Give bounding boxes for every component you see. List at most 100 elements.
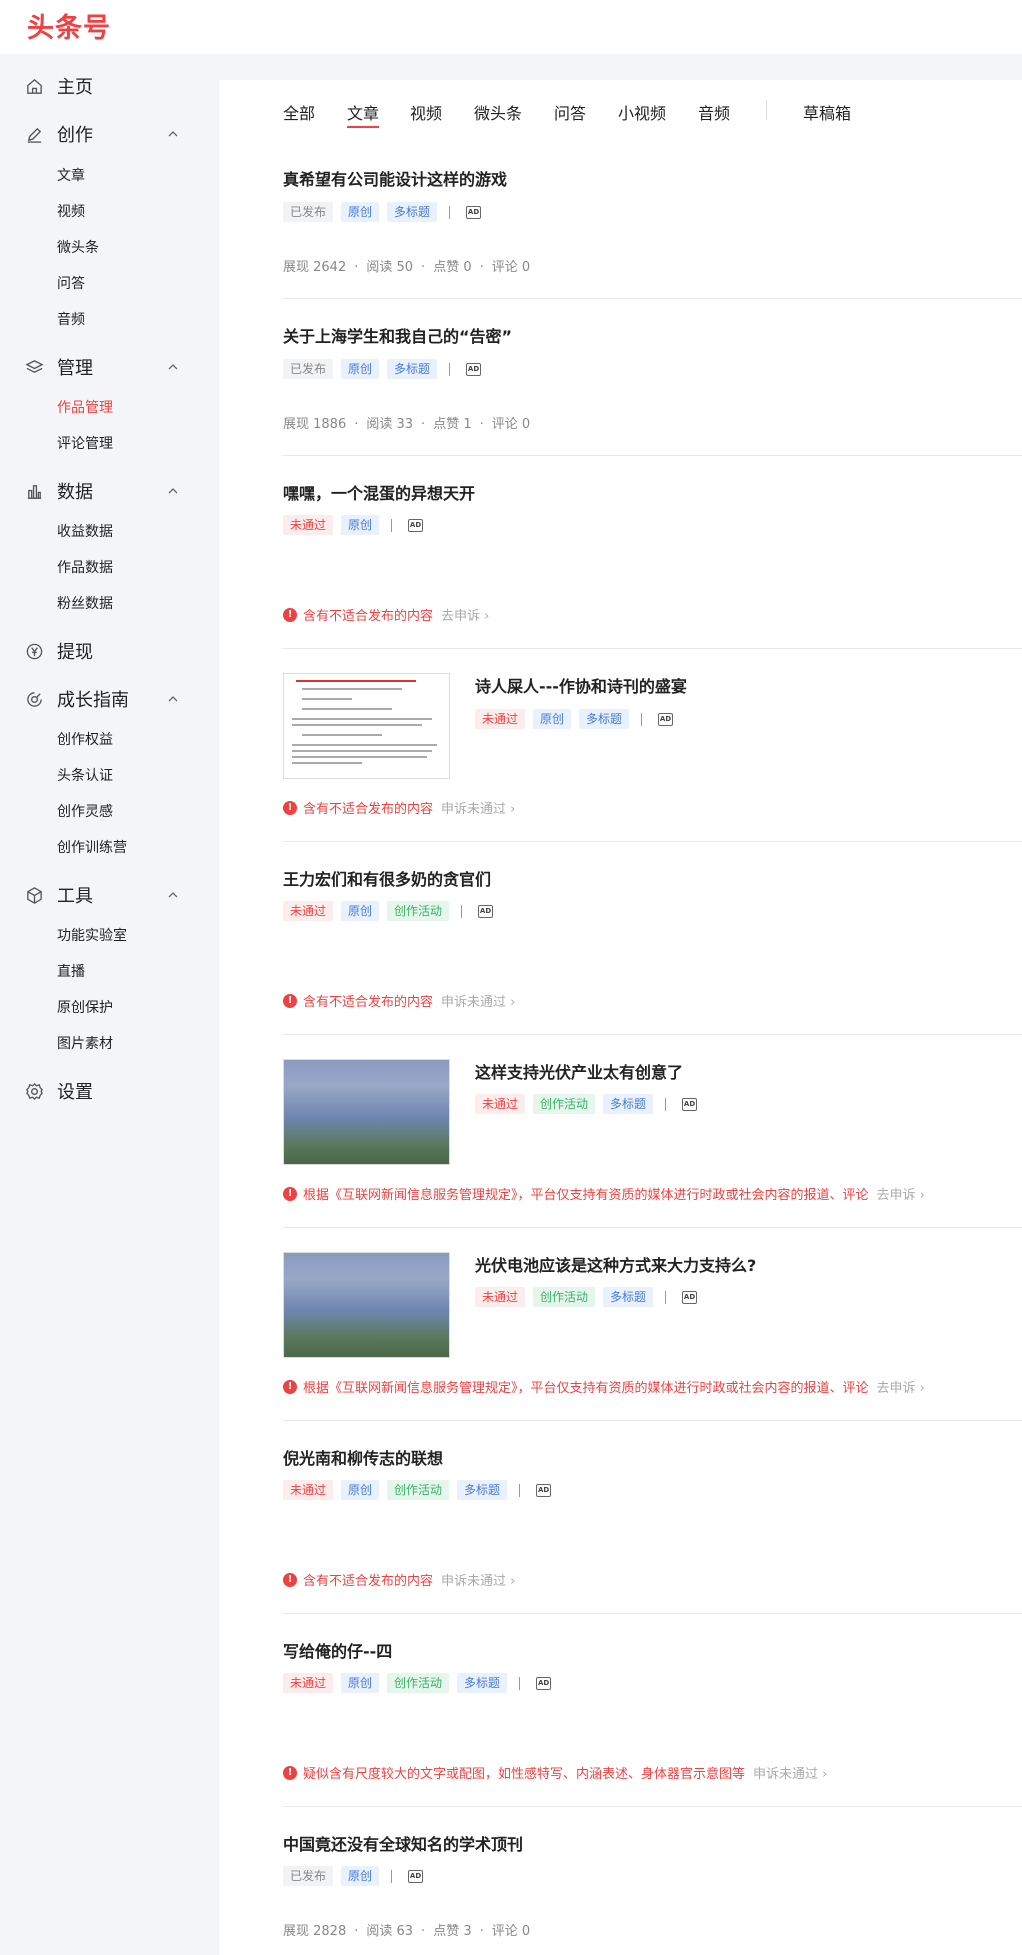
chevron-up-icon (168, 892, 178, 898)
divider (283, 1227, 1022, 1228)
tab-weitoutiao[interactable]: 微头条 (474, 100, 522, 124)
sidebar-item-withdraw[interactable]: 提现 (0, 633, 219, 669)
alert-icon: ! (283, 800, 297, 815)
tab-drafts[interactable]: 草稿箱 (803, 100, 851, 124)
tab-short-video[interactable]: 小视频 (618, 100, 666, 124)
status-badge: 未通过 (475, 709, 526, 729)
sidebar-label-tools: 工具 (57, 886, 93, 907)
original-tag: 原创 (533, 709, 572, 729)
sidebar-label-growth: 成长指南 (57, 690, 129, 711)
sidebar-item-original-protect[interactable]: 原创保护 (57, 997, 113, 1017)
appeal-link[interactable]: 去申诉 › (877, 1377, 925, 1396)
activity-tag: 创作活动 (533, 1094, 596, 1114)
sidebar-item-comment-manage[interactable]: 评论管理 (57, 433, 113, 453)
chevron-up-icon (168, 364, 178, 370)
article-title[interactable]: 王力宏们和有很多奶的贪官们 (283, 866, 491, 890)
article-stats: 展现 2828 · 阅读 63 · 点赞 3 · 评论 0 (283, 1924, 531, 1939)
sidebar-item-settings[interactable]: 设置 (0, 1073, 219, 1109)
article-title[interactable]: 嘿嘿，一个混蛋的异想天开 (283, 480, 475, 504)
sidebar-item-home[interactable]: 主页 (0, 68, 219, 104)
sidebar-item-audio[interactable]: 音频 (57, 309, 85, 329)
sidebar-item-fans-data[interactable]: 粉丝数据 (57, 593, 113, 613)
alert-icon: ! (283, 1572, 297, 1587)
sidebar-item-image-assets[interactable]: 图片素材 (57, 1033, 113, 1053)
article-thumbnail[interactable] (283, 1059, 450, 1165)
ad-icon: AD (408, 1869, 424, 1883)
sidebar-group-create[interactable]: 创作 (0, 116, 219, 152)
toutiao-logo[interactable]: 头条号 (27, 6, 111, 45)
article-thumbnail[interactable] (283, 673, 450, 779)
sidebar-item-works-manage[interactable]: 作品管理 (57, 397, 113, 417)
status-badge: 未通过 (475, 1094, 526, 1114)
chevron-up-icon (168, 488, 178, 494)
rejection-notice: ! 含有不适合发布的内容 申诉未通过 › (283, 1570, 515, 1589)
appeal-status-link[interactable]: 申诉未通过 › (441, 1570, 515, 1589)
pen-icon (25, 125, 44, 144)
chevron-up-icon (168, 131, 178, 137)
stat-reads: 阅读 63 (366, 1924, 414, 1939)
appeal-link[interactable]: 去申诉 › (441, 605, 489, 624)
article-thumbnail[interactable] (283, 1252, 450, 1358)
stat-views: 展现 2828 (283, 1924, 347, 1939)
sidebar-item-certification[interactable]: 头条认证 (57, 765, 113, 785)
sidebar-group-tools[interactable]: 工具 (0, 877, 219, 913)
article-title[interactable]: 真希望有公司能设计这样的游戏 (283, 166, 507, 190)
stat-likes: 点赞 0 (433, 260, 472, 275)
cube-icon (25, 886, 44, 905)
article-title[interactable]: 诗人屎人---作协和诗刊的盛宴 (475, 673, 687, 697)
sidebar-item-weitoutiao[interactable]: 微头条 (57, 237, 99, 257)
status-badge: 未通过 (283, 1673, 334, 1693)
stat-comments: 评论 0 (491, 260, 531, 275)
divider (283, 841, 1022, 842)
sidebar-group-growth[interactable]: 成长指南 (0, 681, 219, 717)
tag-divider (641, 712, 643, 726)
tag-divider (449, 362, 451, 376)
activity-tag: 创作活动 (387, 1673, 450, 1693)
article-title[interactable]: 写给俺的仔--四 (283, 1638, 392, 1662)
sidebar-item-inspiration[interactable]: 创作灵感 (57, 801, 113, 821)
original-tag: 原创 (341, 359, 380, 379)
appeal-status-link[interactable]: 申诉未通过 › (441, 991, 515, 1010)
sidebar-label-data: 数据 (57, 482, 93, 503)
sidebar-group-data[interactable]: 数据 (0, 473, 219, 509)
appeal-status-link[interactable]: 申诉未通过 › (441, 798, 515, 817)
ad-icon: AD (408, 518, 424, 532)
gear-icon (25, 1082, 44, 1101)
tab-article[interactable]: 文章 (347, 100, 379, 124)
sidebar-label-withdraw: 提现 (57, 642, 93, 663)
ad-icon: AD (682, 1290, 698, 1304)
sidebar-item-article[interactable]: 文章 (57, 165, 85, 185)
ad-icon: AD (682, 1097, 698, 1111)
article-title[interactable]: 倪光南和柳传志的联想 (283, 1445, 443, 1469)
article-title[interactable]: 这样支持光伏产业太有创意了 (475, 1059, 683, 1083)
sidebar-group-manage[interactable]: 管理 (0, 349, 219, 385)
article-title[interactable]: 中国竟还没有全球知名的学术顶刊 (283, 1831, 523, 1855)
divider (283, 1613, 1022, 1614)
rejection-reason: 含有不适合发布的内容 (303, 995, 434, 1010)
article-title[interactable]: 关于上海学生和我自己的“告密” (283, 323, 512, 347)
tab-qa[interactable]: 问答 (554, 100, 586, 124)
sidebar-item-training[interactable]: 创作训练营 (57, 837, 127, 857)
sidebar-label-manage: 管理 (57, 358, 93, 379)
chevron-up-icon (168, 696, 178, 702)
tab-audio[interactable]: 音频 (698, 100, 730, 124)
sidebar-item-video[interactable]: 视频 (57, 201, 85, 221)
appeal-status-link[interactable]: 申诉未通过 › (753, 1763, 827, 1782)
divider (283, 1034, 1022, 1035)
tab-video[interactable]: 视频 (410, 100, 442, 124)
rejection-reason: 含有不适合发布的内容 (303, 609, 434, 624)
tag-divider (449, 205, 451, 219)
appeal-link[interactable]: 去申诉 › (877, 1184, 925, 1203)
rejection-notice: ! 含有不适合发布的内容 申诉未通过 › (283, 798, 515, 817)
article-title[interactable]: 光伏电池应该是这种方式来大力支持么? (475, 1252, 756, 1276)
sidebar-item-lab[interactable]: 功能实验室 (57, 925, 127, 945)
sidebar-item-live[interactable]: 直播 (57, 961, 85, 981)
sidebar-item-works-data[interactable]: 作品数据 (57, 557, 113, 577)
sidebar-item-revenue-data[interactable]: 收益数据 (57, 521, 113, 541)
stat-comments: 评论 0 (491, 417, 531, 432)
tab-all[interactable]: 全部 (283, 100, 315, 124)
sidebar-item-creator-rights[interactable]: 创作权益 (57, 729, 113, 749)
ad-icon: AD (536, 1483, 552, 1497)
sidebar-item-qa[interactable]: 问答 (57, 273, 85, 293)
tag-divider (519, 1483, 521, 1497)
